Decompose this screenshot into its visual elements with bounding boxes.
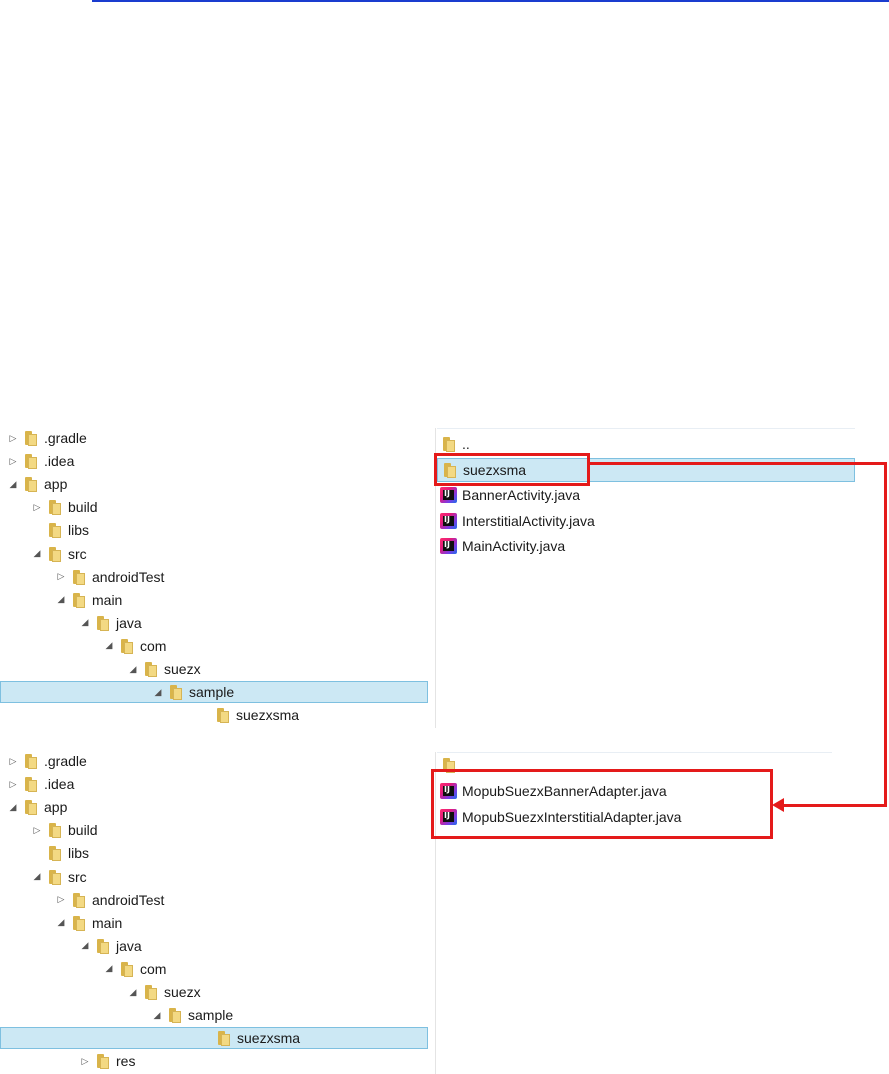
expand-arrow-icon[interactable]: ▷ [6,779,20,790]
folder-icon [46,869,62,885]
tree-item[interactable]: ◢ app [6,796,67,818]
connector-arrow-head-icon [772,798,784,812]
connector-line-horizontal-top [588,462,887,465]
folder-icon [94,1053,110,1070]
collapse-arrow-icon[interactable]: ◢ [150,1010,164,1021]
collapse-arrow-icon[interactable]: ◢ [102,963,116,974]
folder-icon [22,753,38,769]
tree-item-label: suezxsma [237,1030,301,1047]
folder-icon [22,776,38,793]
folder-icon [94,938,110,954]
tree-item[interactable]: ◢ src [30,866,87,888]
tree-item-label: suezx [164,984,201,1000]
connector-line-horizontal-bottom [782,804,887,807]
folder-icon [118,961,134,977]
tree-item-label: libs [68,845,90,862]
tree-item[interactable]: ▷ .gradle [6,750,87,772]
folder-icon [70,915,86,931]
collapse-arrow-icon[interactable]: ◢ [6,802,20,813]
tree-item-label: java [116,937,142,954]
folder-icon [215,1030,231,1047]
tree-item[interactable]: libs [30,842,89,864]
tree-item[interactable]: ◢ main [54,912,122,934]
bottom-panel: ▷ .gradle ▷ .idea ◢ app ▷ build libs ◢ src ▷ android… [0,0,889,1074]
file-list-header-line [437,752,832,753]
tree-item[interactable]: suezxsma [0,1027,428,1050]
folder-icon [142,984,158,1000]
folder-icon [22,799,38,816]
tree-item[interactable]: ◢ sample [150,1004,233,1026]
tree-item-label: src [68,868,87,885]
collapse-arrow-icon[interactable]: ◢ [30,871,44,882]
connector-line-vertical [884,462,887,807]
tree-item[interactable]: ▷ .idea [6,773,74,795]
tree-item-label: .gradle [44,753,87,769]
highlight-box-suezxsma [434,453,590,486]
expand-arrow-icon[interactable]: ▷ [6,756,20,767]
tree-item[interactable]: ▷ androidTest [54,889,164,911]
folder-icon [166,1007,182,1024]
tree-item-label: androidTest [92,891,165,908]
expand-arrow-icon[interactable]: ▷ [78,1056,92,1067]
tree-item[interactable]: ▷ build [30,819,98,841]
tree-item[interactable]: ◢ suezx [126,981,201,1003]
tree-item-label: sample [188,1007,234,1024]
tree-item-label: res [116,1053,136,1070]
tree-item[interactable]: ▷ res [78,1050,135,1072]
tree-item-label: .idea [44,776,75,793]
highlight-box-adapter-files [431,769,773,839]
tree-item-label: com [140,960,167,977]
folder-icon [46,845,62,862]
collapse-arrow-icon[interactable]: ◢ [54,917,68,928]
folder-icon [46,822,62,839]
tree-item-label: build [68,822,98,839]
expand-arrow-icon[interactable]: ▷ [54,894,68,905]
expand-arrow-icon[interactable]: ▷ [30,825,44,836]
tree-item-label: app [44,799,68,816]
tree-item[interactable]: ◢ java [78,935,142,957]
collapse-arrow-icon[interactable]: ◢ [78,940,92,951]
tree-item[interactable]: ◢ com [102,958,166,980]
collapse-arrow-icon[interactable]: ◢ [126,987,140,998]
tree-item-label: main [92,914,123,931]
folder-icon [70,892,86,908]
